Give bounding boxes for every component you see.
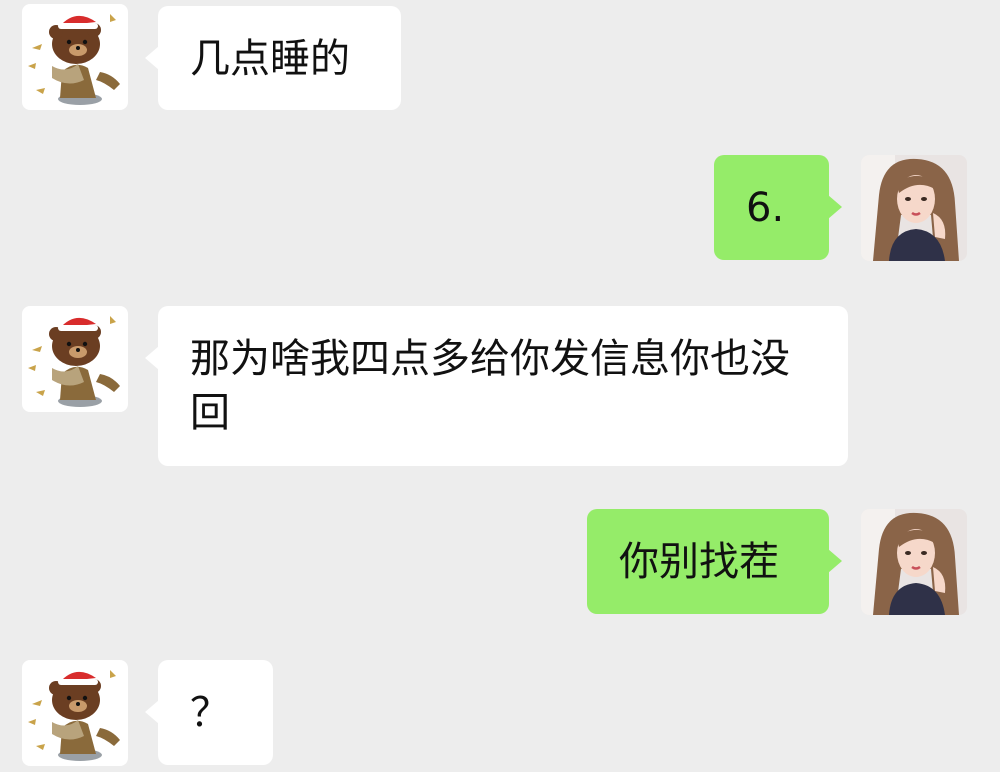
- message-bubble-outgoing[interactable]: 你别找茬: [587, 509, 842, 614]
- bear-santa-avatar[interactable]: [22, 4, 128, 110]
- bear-santa-avatar-image: [22, 306, 128, 412]
- bear-santa-avatar[interactable]: [22, 660, 128, 766]
- message-text: ？: [190, 690, 230, 736]
- bear-santa-avatar-image: [22, 4, 128, 110]
- message-text: 6.: [746, 185, 785, 231]
- message-text: 你别找茬: [619, 539, 779, 585]
- message-text: 几点睡的: [190, 36, 350, 82]
- message-text: 那为啥我四点多给你发信息你也没回: [190, 336, 790, 436]
- message-bubble-outgoing[interactable]: 6.: [714, 155, 842, 260]
- girl-portrait-avatar-image: [861, 509, 967, 615]
- girl-portrait-avatar[interactable]: [861, 509, 967, 615]
- girl-portrait-avatar-image: [861, 155, 967, 261]
- bear-santa-avatar-image: [22, 660, 128, 766]
- girl-portrait-avatar[interactable]: [861, 155, 967, 261]
- message-bubble-incoming[interactable]: 那为啥我四点多给你发信息你也没回: [145, 306, 848, 466]
- message-bubble-incoming[interactable]: 几点睡的: [145, 6, 401, 110]
- bear-santa-avatar[interactable]: [22, 306, 128, 412]
- message-bubble-incoming[interactable]: ？: [145, 660, 273, 765]
